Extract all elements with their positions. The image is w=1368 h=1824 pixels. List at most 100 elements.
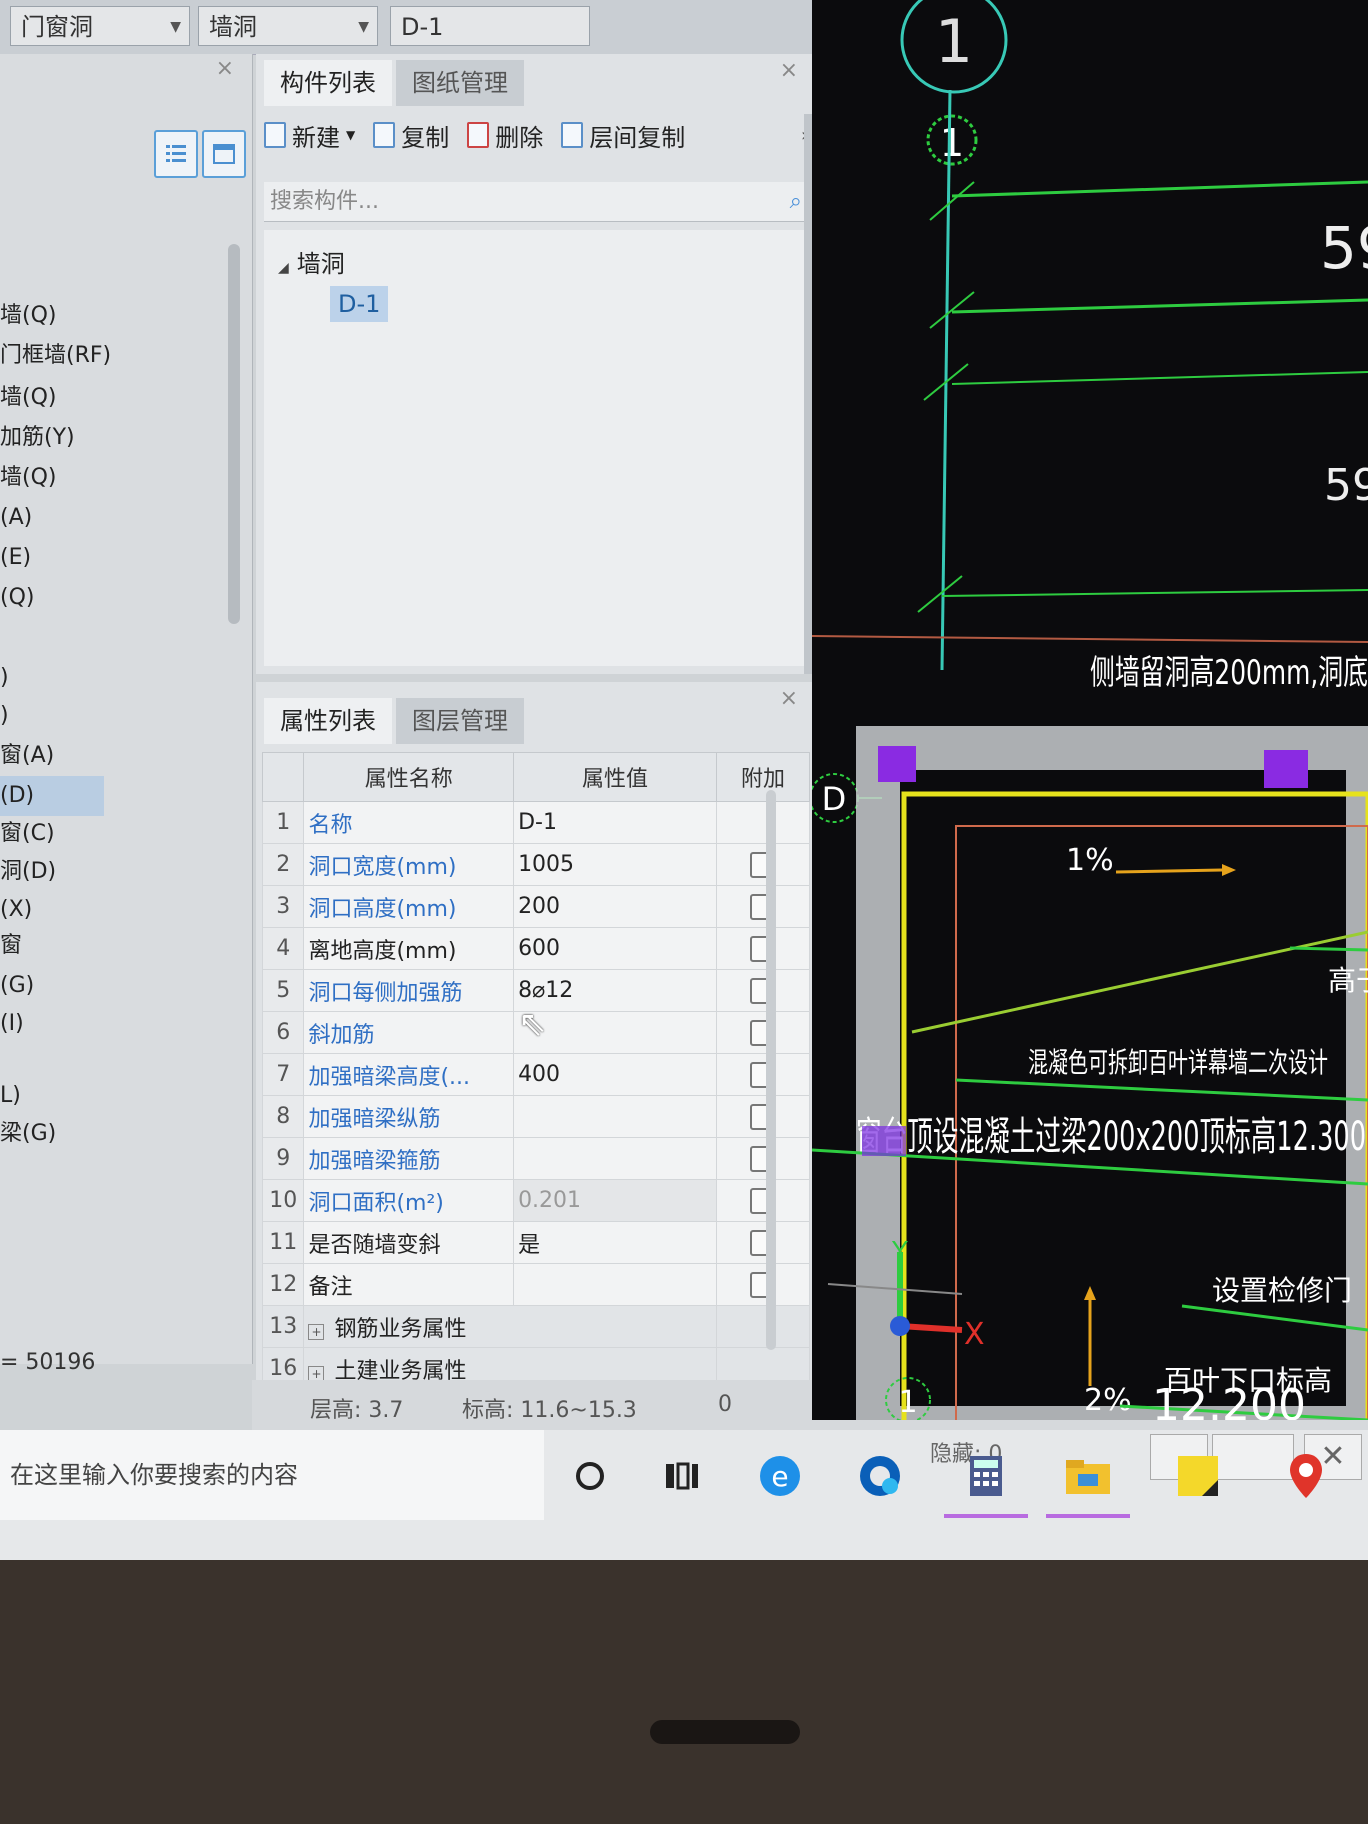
property-scrollbar[interactable] xyxy=(766,790,776,1350)
row-number: 1 xyxy=(261,801,305,844)
list-view-icon[interactable] xyxy=(154,130,198,178)
nav-item[interactable]: (I) xyxy=(0,1004,240,1044)
property-row[interactable]: 7 加强暗梁高度(... 400 xyxy=(261,1053,811,1096)
panel-view-icon[interactable] xyxy=(202,130,246,178)
property-value[interactable]: 200 xyxy=(513,885,717,928)
tab-property-list[interactable]: 属性列表 xyxy=(264,698,392,744)
cad-drawing-canvas[interactable]: 1 1 59 59 侧墙留洞高200mm,洞底 D xyxy=(812,0,1368,1420)
nav-item[interactable]: (G) xyxy=(0,966,240,1006)
property-group-row[interactable]: 13 + 钢筋业务属性 xyxy=(261,1305,811,1348)
layer-copy-button[interactable]: 层间复制 xyxy=(561,118,685,153)
nav-scrollbar[interactable] xyxy=(228,244,240,624)
maps-icon[interactable] xyxy=(1282,1452,1330,1500)
nav-item[interactable]: 墙(Q) xyxy=(0,458,240,498)
cad-line xyxy=(1181,1304,1368,1332)
nav-item[interactable]: 门框墙(RF) xyxy=(0,336,240,376)
property-row[interactable]: 12 备注 xyxy=(261,1263,811,1306)
property-row[interactable]: 3 洞口高度(mm) 200 xyxy=(261,885,811,928)
property-row[interactable]: 4 离地高度(mm) 600 xyxy=(261,927,811,970)
property-row[interactable]: 8 加强暗梁纵筋 xyxy=(261,1095,811,1138)
panel-splitter[interactable] xyxy=(804,114,812,674)
cad-note-side: 高于 xyxy=(1328,964,1368,997)
nav-item[interactable]: (D) xyxy=(0,776,104,816)
property-value[interactable]: 600 xyxy=(513,927,717,970)
property-name: 洞口面积(m²) xyxy=(303,1179,515,1222)
nav-item[interactable]: 洞(D) xyxy=(0,852,240,892)
tree-node-wall-opening[interactable]: ◢ 墙洞 xyxy=(278,244,345,279)
taskbar-search-input[interactable]: 在这里输入你要搜索的内容 xyxy=(0,1430,544,1520)
nav-item[interactable]: 窗 xyxy=(0,926,240,966)
copy-button[interactable]: 复制 xyxy=(373,118,449,153)
nav-item[interactable]: 加筋(Y) xyxy=(0,418,240,458)
nav-item[interactable]: (Q) xyxy=(0,578,240,618)
property-value[interactable]: 1005 xyxy=(513,843,717,886)
property-value[interactable]: 0.201 xyxy=(513,1179,717,1222)
expand-plus-icon[interactable]: + xyxy=(308,1323,325,1340)
close-icon[interactable]: × xyxy=(216,56,234,81)
property-value[interactable]: D-1 xyxy=(513,801,717,844)
cortana-icon[interactable] xyxy=(566,1452,614,1500)
type-combo[interactable]: 墙洞 ▼ xyxy=(198,6,378,46)
property-value[interactable] xyxy=(513,1095,717,1138)
category-combo[interactable]: 门窗洞 ▼ xyxy=(10,6,190,46)
nav-item[interactable]: (A) xyxy=(0,498,240,538)
close-icon[interactable]: × xyxy=(780,58,798,83)
property-value[interactable] xyxy=(513,1263,717,1306)
nav-item[interactable]: L) xyxy=(0,1076,240,1116)
grip-handle[interactable] xyxy=(878,746,916,782)
tab-drawing-management[interactable]: 图纸管理 xyxy=(396,60,524,106)
component-search-input[interactable]: 搜索构件... ⌕ xyxy=(264,182,812,222)
property-row[interactable]: 10 洞口面积(m²) 0.201 xyxy=(261,1179,811,1222)
nav-item[interactable]: 窗(A) xyxy=(0,736,240,776)
row-number: 4 xyxy=(261,927,305,970)
nav-item[interactable]: 梁(G) xyxy=(0,1114,240,1154)
task-view-icon[interactable] xyxy=(658,1452,706,1500)
property-row[interactable]: 11 是否随墙变斜是 xyxy=(261,1221,811,1264)
property-name: 斜加筋 xyxy=(303,1011,515,1054)
property-row[interactable]: 9 加强暗梁箍筋 xyxy=(261,1137,811,1180)
row-number: 3 xyxy=(261,885,305,928)
expand-triangle-icon[interactable]: ◢ xyxy=(278,260,289,276)
property-row[interactable]: 2 洞口宽度(mm) 1005 xyxy=(261,843,811,886)
edge-beta-icon[interactable] xyxy=(856,1452,904,1500)
delete-label: 删除 xyxy=(495,123,544,152)
nav-item[interactable]: (E) xyxy=(0,538,240,578)
tab-component-list[interactable]: 构件列表 xyxy=(264,60,392,106)
property-row[interactable]: 1 名称 D-1 xyxy=(261,801,811,844)
calculator-icon[interactable] xyxy=(962,1452,1010,1500)
new-button[interactable]: 新建 ▼ xyxy=(264,118,355,153)
nav-item[interactable]: 窗(C) xyxy=(0,814,240,854)
grip-handle[interactable] xyxy=(1264,750,1308,788)
close-icon[interactable]: × xyxy=(780,686,798,711)
property-name: 加强暗梁箍筋 xyxy=(303,1137,515,1180)
cad-line-section xyxy=(812,635,1368,643)
component-tree: ◢ 墙洞 D-1 xyxy=(264,230,812,666)
component-combo[interactable]: D-1 xyxy=(390,6,590,46)
grip-handle[interactable] xyxy=(862,1126,906,1156)
nav-item[interactable]: 墙(Q) xyxy=(0,296,240,336)
property-value[interactable]: 400 xyxy=(513,1053,717,1096)
sticky-notes-icon[interactable] xyxy=(1174,1452,1222,1500)
nav-item[interactable]: ) xyxy=(0,696,240,736)
nav-item[interactable]: ) xyxy=(0,658,240,698)
edge-icon[interactable]: e xyxy=(756,1452,804,1500)
property-name: 是否随墙变斜 xyxy=(303,1221,515,1264)
axis-label-d: D xyxy=(822,780,847,818)
delete-button[interactable]: 删除 xyxy=(467,118,543,153)
tree-leaf-d1[interactable]: D-1 xyxy=(330,286,389,322)
property-value[interactable]: 是 xyxy=(513,1221,717,1264)
search-icon[interactable]: ⌕ xyxy=(790,182,802,222)
nav-item[interactable]: (X) xyxy=(0,890,240,930)
cad-tick xyxy=(917,575,963,613)
type-combo-value: 墙洞 xyxy=(209,13,257,41)
cad-line xyxy=(1289,946,1368,952)
top-selector-bar: 门窗洞 ▼ 墙洞 ▼ D-1 xyxy=(0,0,820,55)
file-explorer-icon[interactable] xyxy=(1064,1452,1112,1500)
cad-line xyxy=(951,180,1368,198)
nav-item[interactable]: 墙(Q) xyxy=(0,378,240,418)
cad-line xyxy=(955,1078,1368,1102)
tab-layer-management[interactable]: 图层管理 xyxy=(396,698,524,744)
property-value[interactable] xyxy=(513,1137,717,1180)
slope-arrow-head xyxy=(1222,864,1236,876)
status-zero: 0 xyxy=(718,1392,732,1417)
